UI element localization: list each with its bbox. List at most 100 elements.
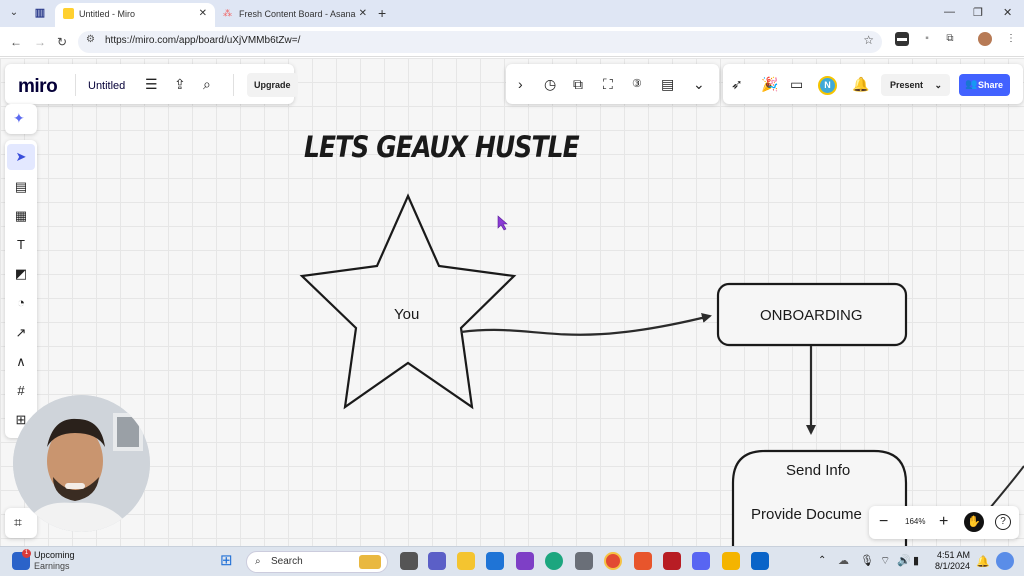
zoom-level[interactable]: 164% <box>905 517 925 526</box>
outlook-icon[interactable] <box>751 552 769 570</box>
microphone-icon[interactable]: 🎙 <box>860 554 874 567</box>
more-tools-chevron-icon[interactable]: ⌄ <box>693 76 705 92</box>
minimize-icon[interactable]: — <box>944 6 955 18</box>
close-window-icon[interactable]: ✕ <box>1003 6 1012 19</box>
help-icon[interactable]: ? <box>995 514 1011 530</box>
select-cursor-icon[interactable]: ➤ <box>7 144 35 170</box>
timer-icon[interactable]: ◷ <box>544 76 556 92</box>
close-tab-icon[interactable]: ✕ <box>199 3 207 25</box>
extension-icon[interactable]: ▬ <box>895 32 909 46</box>
tab-miro[interactable]: Untitled - Miro ✕ <box>55 3 215 27</box>
connector-star-to-onboarding[interactable] <box>460 313 712 336</box>
restore-icon[interactable]: ❐ <box>973 6 983 19</box>
comments-icon[interactable]: ▭ <box>790 76 803 92</box>
browser-menu-icon[interactable]: ⋮ <box>1004 32 1018 46</box>
teams-icon[interactable] <box>428 552 446 570</box>
taskbar-search-field[interactable]: ⌕ Search <box>246 551 388 573</box>
new-tab-plus-icon[interactable]: + <box>378 5 386 21</box>
profile-avatar[interactable] <box>978 32 992 46</box>
present-button[interactable]: Present ⌄ <box>881 74 950 96</box>
templates-icon[interactable]: ▦ <box>7 203 35 229</box>
forward-arrow-icon[interactable]: → <box>34 35 46 49</box>
export-upload-icon[interactable]: ⇪ <box>174 76 186 92</box>
provide-documents-label[interactable]: Provide Docume <box>751 506 862 523</box>
tab-search-dropdown-icon[interactable]: ⌄ <box>6 5 22 21</box>
pen-icon[interactable]: ∧ <box>7 349 35 375</box>
windows-taskbar: 1 Upcoming Earnings ⊞ ⌕ Search ⌃ ☁ 🎙 ⌔ 🔊… <box>0 546 1024 576</box>
screen-capture-icon[interactable]: ⛶ <box>603 76 613 92</box>
share-button[interactable]: 👥 Share <box>959 74 1010 96</box>
tab-asana[interactable]: ⁂ Fresh Content Board - Asana ✕ <box>215 3 375 27</box>
onedrive-cloud-icon[interactable]: ☁ <box>838 554 849 567</box>
miro-board-canvas[interactable]: LETS GEAUX HUSTLE You ONBOARDING Send In… <box>0 58 1024 546</box>
close-tab-icon[interactable]: ✕ <box>359 3 367 25</box>
celebrate-icon[interactable]: 🎉 <box>761 76 778 92</box>
zoom-out-icon[interactable]: − <box>879 513 888 531</box>
divider <box>75 74 76 96</box>
notifications-bell-icon[interactable]: 🔔 <box>852 76 869 92</box>
edge-icon[interactable] <box>545 552 563 570</box>
main-menu-icon[interactable]: ☰ <box>145 76 158 92</box>
search-icon: ⌕ <box>255 556 261 567</box>
task-view-icon[interactable] <box>400 552 418 570</box>
wifi-icon[interactable]: ⌔ <box>880 554 890 568</box>
text-icon[interactable]: T <box>7 232 35 258</box>
weather-title: Upcoming <box>34 550 75 560</box>
extension-menu-icon[interactable]: ▪ <box>920 32 934 46</box>
brave-icon[interactable] <box>634 552 652 570</box>
frame-icon[interactable]: # <box>7 378 35 404</box>
webcam-overlay <box>13 395 150 532</box>
shapes-icon[interactable]: ◔ <box>7 290 35 316</box>
mcafee-icon[interactable] <box>663 552 681 570</box>
star-shape[interactable] <box>299 193 517 410</box>
talktrack-icon[interactable]: ⧉ <box>573 76 583 92</box>
hand-pan-icon[interactable]: ✋ <box>964 512 984 532</box>
battery-icon[interactable]: ▮ <box>913 554 919 567</box>
back-arrow-icon[interactable]: ← <box>10 35 22 49</box>
onboarding-label[interactable]: ONBOARDING <box>760 307 863 324</box>
mail-icon[interactable] <box>486 552 504 570</box>
clock-time: 4:51 AM <box>936 550 970 560</box>
site-info-icon[interactable]: ⚙ <box>86 34 95 45</box>
search-placeholder: Search <box>271 556 303 567</box>
expand-chevron-icon[interactable]: › <box>518 76 523 92</box>
security-shield-icon[interactable] <box>722 552 740 570</box>
ai-sparkle-icon[interactable]: ✦ <box>13 110 25 126</box>
miro-logo[interactable]: miro <box>18 76 58 98</box>
chevron-down-icon[interactable]: ⌄ <box>934 74 942 96</box>
browser-tab-bar: ⌄ ▥ Untitled - Miro ✕ ⁂ Fresh Content Bo… <box>0 0 1024 27</box>
board-heading[interactable]: LETS GEAUX HUSTLE <box>304 130 580 164</box>
zoom-in-icon[interactable]: + <box>939 513 948 531</box>
reload-icon[interactable]: ↻ <box>57 35 67 49</box>
app-icon[interactable] <box>516 552 534 570</box>
search-icon[interactable]: ⌕ <box>203 76 211 92</box>
star-label[interactable]: You <box>394 306 419 323</box>
volume-icon[interactable]: 🔊 <box>897 554 911 567</box>
frames-icon[interactable]: ⌗ <box>14 514 22 530</box>
connection-line-icon[interactable]: ↗ <box>7 320 35 346</box>
weather-widget[interactable]: Upcoming Earnings <box>34 550 75 572</box>
notes-icon[interactable]: ▤ <box>661 76 674 92</box>
sticky-note-icon[interactable]: ◩ <box>7 261 35 287</box>
camera-icon[interactable] <box>575 552 593 570</box>
collaborator-avatar[interactable]: N <box>818 76 837 95</box>
url-field[interactable]: ⚙ https://miro.com/app/board/uXjVMMb6tZw… <box>78 31 882 53</box>
bookmark-star-icon[interactable]: ☆ <box>863 33 874 47</box>
board-title[interactable]: Untitled <box>88 80 125 92</box>
notifications-icon[interactable]: 🔔 <box>976 555 990 568</box>
file-explorer-icon[interactable] <box>457 552 475 570</box>
windows-start-icon[interactable]: ⊞ <box>220 552 238 570</box>
comment-icon[interactable]: ▤ <box>7 174 35 200</box>
chrome-icon[interactable] <box>604 552 622 570</box>
discord-icon[interactable] <box>692 552 710 570</box>
upgrade-button[interactable]: Upgrade <box>247 73 298 97</box>
reactions-cursor-icon[interactable]: ➶ <box>731 76 743 92</box>
puzzle-extensions-icon[interactable]: ⧉ <box>943 32 957 46</box>
system-clock[interactable]: 4:51 AM 8/1/2024 <box>934 550 970 572</box>
tray-chevron-icon[interactable]: ⌃ <box>818 555 826 566</box>
copilot-icon[interactable] <box>996 552 1014 570</box>
pinned-app-icon[interactable]: ▥ <box>32 5 48 21</box>
send-info-label[interactable]: Send Info <box>786 462 850 479</box>
present-label: Present <box>890 80 924 90</box>
voting-icon[interactable]: ③ <box>632 76 642 92</box>
